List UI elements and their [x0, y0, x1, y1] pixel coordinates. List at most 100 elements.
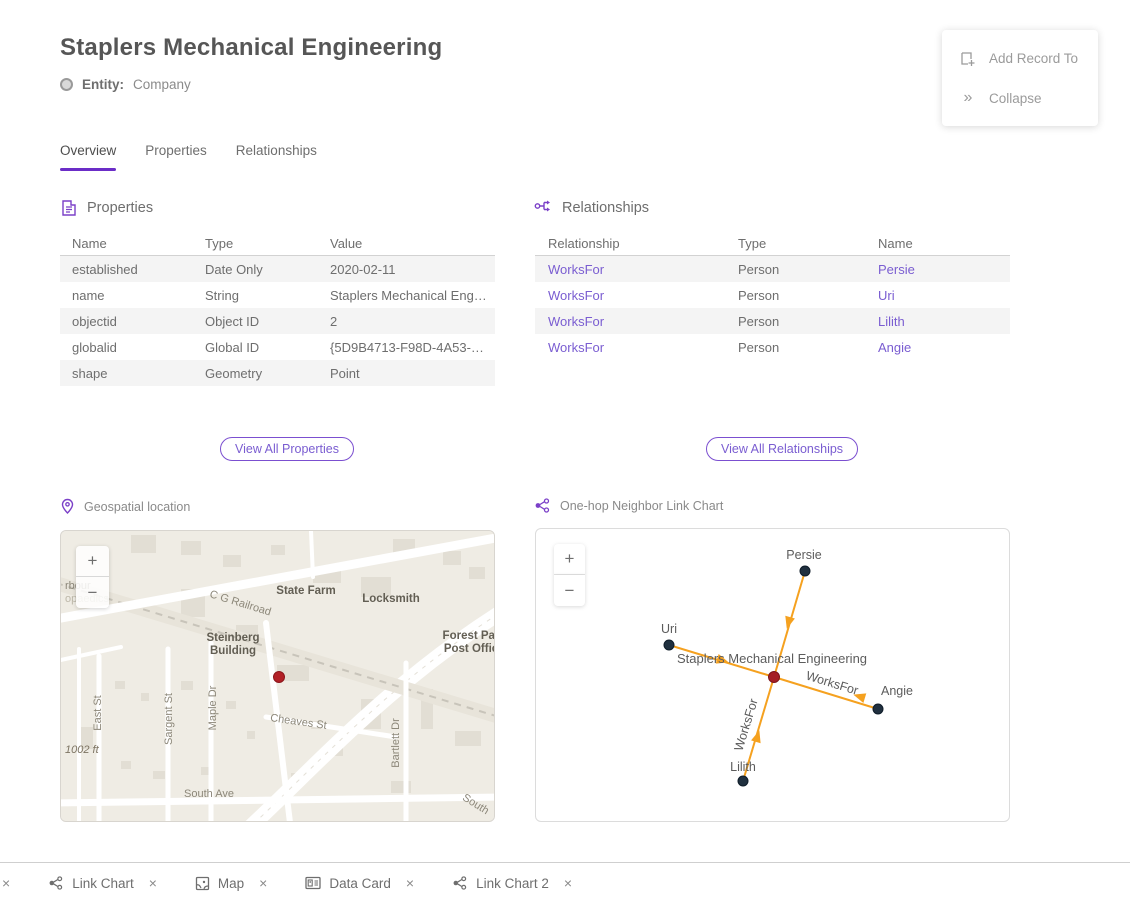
tab-overview[interactable]: Overview	[60, 143, 116, 168]
relationships-section-title: Relationships	[562, 200, 649, 216]
chart-zoom-in-button[interactable]: +	[554, 544, 585, 575]
map-label: Locksmith	[362, 593, 420, 605]
map-pin-icon	[60, 498, 75, 515]
col-name: Name	[878, 236, 1010, 251]
table-row: WorksFor Person Lilith	[535, 308, 1010, 334]
map-zoom-out-button[interactable]: −	[76, 577, 109, 608]
chart-zoom-control: + −	[554, 544, 585, 606]
entity-link[interactable]: Uri	[878, 288, 1010, 303]
map-label: Building	[210, 645, 256, 657]
properties-table: Name Type Value established Date Only 20…	[60, 232, 495, 386]
link-chart-canvas: WorksFor WorksFor Persie Uri Angie Lilit…	[536, 529, 1009, 821]
map-zoom-in-button[interactable]: +	[76, 546, 109, 577]
view-tab-link-chart-2[interactable]: Link Chart 2 ×	[452, 875, 572, 891]
menu-item-add-record-to[interactable]: Add Record To	[942, 38, 1098, 78]
map-label: Bartlett Dr	[390, 718, 402, 768]
close-icon[interactable]: ×	[564, 875, 572, 891]
relationship-link[interactable]: WorksFor	[548, 314, 738, 329]
close-icon[interactable]: ×	[406, 875, 414, 891]
entity-link[interactable]: Persie	[878, 262, 1010, 277]
node-persie[interactable]	[800, 566, 810, 576]
tab-bar: Overview Properties Relationships	[60, 143, 317, 168]
properties-table-header: Name Type Value	[60, 232, 495, 256]
map-label: Steinberg	[206, 632, 259, 644]
entity-label: Entity:	[82, 77, 124, 92]
link-chart-icon	[48, 876, 64, 890]
entity-type-icon	[60, 78, 73, 91]
relationships-icon	[534, 199, 553, 216]
one-hop-header: One-hop Neighbor Link Chart	[534, 498, 723, 513]
relationships-table: Relationship Type Name WorksFor Person P…	[535, 232, 1010, 360]
map-canvas: rbour opaedics C G Railroad East St Sarg…	[61, 531, 495, 822]
map-zoom-control: + −	[76, 546, 109, 608]
tab-relationships[interactable]: Relationships	[236, 143, 317, 168]
view-tab-label: Data Card	[329, 876, 391, 891]
geospatial-header: Geospatial location	[60, 498, 190, 515]
partial-tab-close-icon[interactable]: ×	[2, 875, 10, 891]
col-value: Value	[330, 236, 495, 251]
center-node-label: Staplers Mechanical Engineering	[677, 651, 867, 666]
node-uri[interactable]	[664, 640, 674, 650]
data-card-page: Staplers Mechanical Engineering Entity: …	[0, 0, 1130, 903]
edge-label: WorksFor	[804, 669, 860, 698]
relationships-section-header: Relationships	[534, 199, 649, 216]
entity-value: Company	[133, 77, 191, 92]
view-tab-bar: × Link Chart × Map × Data Card ×	[0, 862, 1130, 903]
table-row: shape Geometry Point	[60, 360, 495, 386]
properties-section-title: Properties	[87, 200, 153, 216]
entity-row: Entity: Company	[60, 77, 191, 92]
col-relationship: Relationship	[548, 236, 738, 251]
link-chart-icon	[534, 498, 551, 513]
node-label: Persie	[786, 548, 821, 562]
one-hop-link-chart[interactable]: + − WorksFor WorksFor	[535, 528, 1010, 822]
close-icon[interactable]: ×	[259, 875, 267, 891]
view-tab-label: Link Chart	[72, 876, 134, 891]
add-record-icon	[958, 49, 976, 67]
properties-section-header: Properties	[60, 199, 153, 217]
context-menu: Add Record To » Collapse	[942, 30, 1098, 126]
view-tab-link-chart[interactable]: Link Chart ×	[48, 875, 157, 891]
map-icon	[195, 876, 210, 891]
chart-zoom-out-button[interactable]: −	[554, 575, 585, 606]
view-tab-map[interactable]: Map ×	[195, 875, 267, 891]
table-row: name String Staplers Mechanical Eng…	[60, 282, 495, 308]
map-scale-label: 1002 ft	[65, 744, 100, 756]
node-label: Lilith	[730, 760, 756, 774]
relationship-link[interactable]: WorksFor	[548, 340, 738, 355]
table-row: WorksFor Person Angie	[535, 334, 1010, 360]
geospatial-title: Geospatial location	[84, 500, 190, 514]
entity-link[interactable]: Angie	[878, 340, 1010, 355]
view-all-properties-button[interactable]: View All Properties	[220, 437, 354, 461]
map-label: Sargent St	[163, 693, 175, 745]
data-card-icon	[305, 876, 321, 890]
view-tab-data-card[interactable]: Data Card ×	[305, 875, 414, 891]
relationships-table-header: Relationship Type Name	[535, 232, 1010, 256]
table-row: objectid Object ID 2	[60, 308, 495, 334]
map-label: State Farm	[276, 585, 335, 597]
menu-item-collapse[interactable]: » Collapse	[942, 78, 1098, 118]
relationship-link[interactable]: WorksFor	[548, 262, 738, 277]
map-entity-marker[interactable]	[274, 672, 285, 683]
relationship-link[interactable]: WorksFor	[548, 288, 738, 303]
node-center-company[interactable]	[769, 672, 780, 683]
table-row: established Date Only 2020-02-11	[60, 256, 495, 282]
menu-item-label: Add Record To	[989, 51, 1078, 66]
table-row: WorksFor Person Uri	[535, 282, 1010, 308]
view-tab-label: Link Chart 2	[476, 876, 549, 891]
col-type: Type	[205, 236, 330, 251]
entity-link[interactable]: Lilith	[878, 314, 1010, 329]
properties-icon	[60, 199, 78, 217]
table-row: WorksFor Person Persie	[535, 256, 1010, 282]
table-row: globalid Global ID {5D9B4713-F98D-4A53-…	[60, 334, 495, 360]
node-lilith[interactable]	[738, 776, 748, 786]
geospatial-map[interactable]: + −	[60, 530, 495, 822]
view-all-relationships-button[interactable]: View All Relationships	[706, 437, 858, 461]
view-tab-label: Map	[218, 876, 244, 891]
node-angie[interactable]	[873, 704, 883, 714]
map-label: Post Offic	[444, 643, 495, 655]
map-label: East St	[92, 695, 104, 730]
menu-item-label: Collapse	[989, 91, 1042, 106]
one-hop-title: One-hop Neighbor Link Chart	[560, 499, 723, 513]
close-icon[interactable]: ×	[149, 875, 157, 891]
tab-properties[interactable]: Properties	[145, 143, 207, 168]
